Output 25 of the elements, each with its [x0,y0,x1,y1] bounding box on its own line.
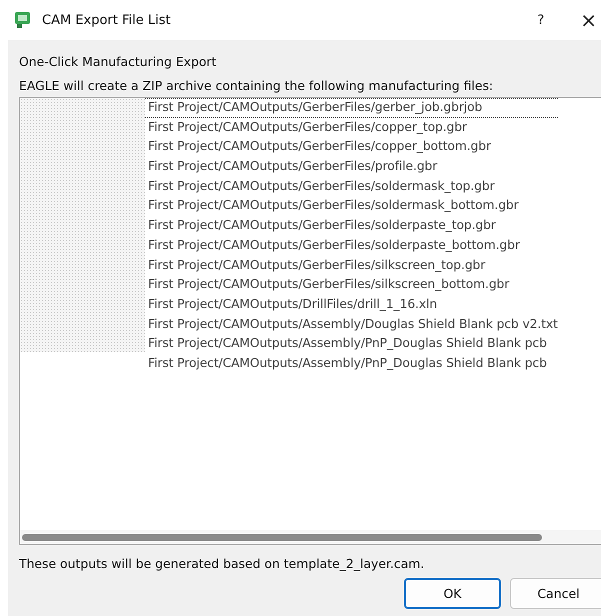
file-path[interactable]: First Project/CAMOutputs/GerberFiles/copper_bottom.gbr [145,137,558,158]
file-path[interactable]: First Project/CAMOutputs/GerberFiles/profile.gbr [145,157,558,177]
file-path[interactable]: First Project/CAMOutputs/GerberFiles/solderpaste_bottom.gbr [145,236,558,256]
file-path[interactable]: First Project/CAMOutputs/GerberFiles/silkscreen_bottom.gbr [145,275,558,295]
file-path[interactable]: First Project/CAMOutputs/GerberFiles/solderpaste_top.gbr [145,216,558,236]
file-path[interactable]: First Project/CAMOutputs/GerberFiles/copper_top.gbr [145,118,558,138]
dialog-button[interactable]: Cancel [510,578,601,609]
window-title: CAM Export File List [42,12,171,28]
file-path[interactable]: First Project/CAMOutputs/GerberFiles/soldermask_top.gbr [145,176,558,196]
description-text: EAGLE will create a ZIP archive containing the following manufacturing files: [19,77,494,95]
dialog-heading: One-Click Manufacturing Export [19,53,218,71]
template-note: These outputs will be generated based on template_2_layer.cam. [19,555,426,573]
file-path[interactable]: First Project/CAMOutputs/GerberFiles/silkscreen_top.gbr [145,256,558,276]
close-button[interactable]: × [580,8,597,32]
file-path[interactable]: First Project/CAMOutputs/GerberFiles/soldermask_bottom.gbr [145,196,558,216]
dialog-button[interactable]: OK [404,578,501,609]
scrollbar-thumb[interactable] [22,534,542,540]
help-button[interactable]: ? [537,12,544,28]
file-path[interactable]: First Project/CAMOutputs/Assembly/Douglas Shield Blank pcb v2.txt [145,314,558,334]
file-path[interactable]: First Project/CAMOutputs/GerberFiles/gerber_job.gbrjob [145,98,558,118]
horizontal-scrollbar[interactable] [20,530,601,544]
file-path[interactable]: First Project/CAMOutputs/Assembly/PnP_Douglas Shield Blank pcb [145,334,558,354]
file-path[interactable]: First Project/CAMOutputs/Assembly/PnP_Douglas Shield Blank pcb [145,354,558,374]
file-path[interactable]: First Project/CAMOutputs/DrillFiles/drill_1_16.xln [145,294,558,315]
app-icon [14,11,32,29]
